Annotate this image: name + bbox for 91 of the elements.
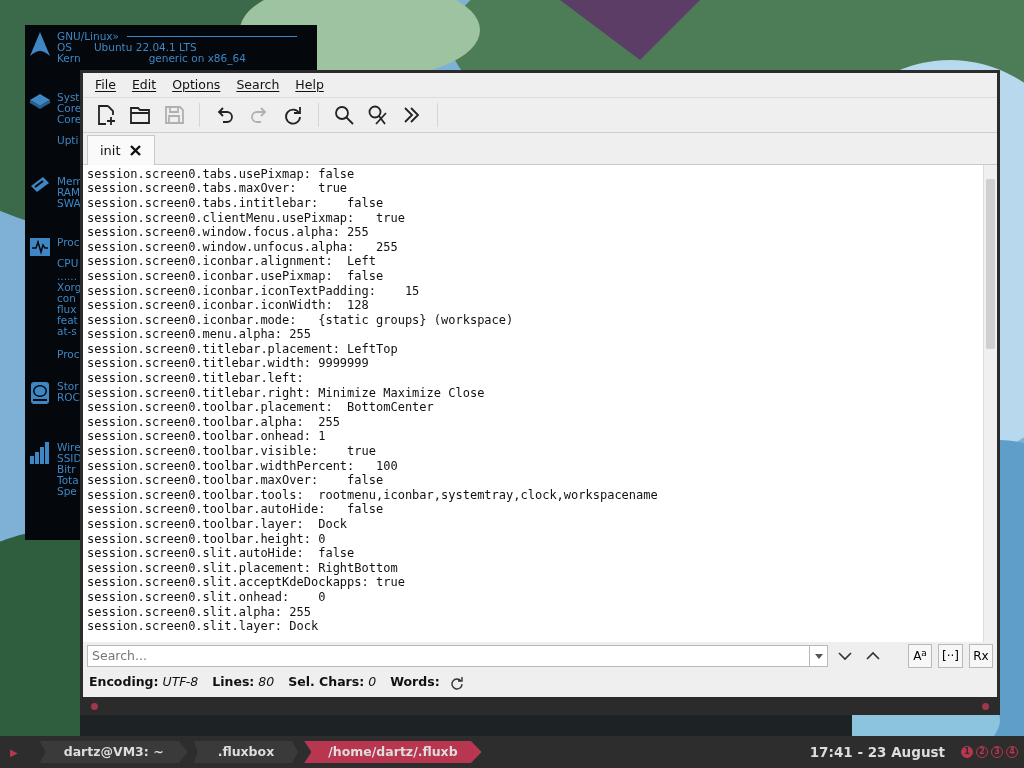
stat-label: flux bbox=[57, 304, 77, 315]
stat-label: Bitr bbox=[57, 464, 76, 475]
find-replace-icon bbox=[367, 103, 389, 126]
resize-grip[interactable] bbox=[982, 702, 989, 710]
status-item: Words: bbox=[390, 673, 440, 692]
code-line: session.screen0.toolbar.visible: true bbox=[87, 444, 377, 459]
clock: 17:41 - 23 August bbox=[809, 742, 945, 762]
section-title: Proc bbox=[57, 237, 80, 248]
code-line: session.screen0.titlebar.placement: LeftTop bbox=[87, 341, 399, 357]
stat-label: ...... bbox=[57, 271, 78, 282]
code-line: session.screen0.tabs.maxOver: true bbox=[87, 181, 349, 196]
stat-label: Tota bbox=[57, 475, 79, 486]
search-icon bbox=[333, 103, 355, 126]
menu-item[interactable]: File bbox=[95, 76, 116, 95]
arch-logo-icon bbox=[29, 31, 51, 57]
code-line: session.screen0.iconbar.iconTextPadding: 15 bbox=[87, 283, 421, 299]
stat-value: Ubuntu 22.04.1 LTS bbox=[93, 42, 197, 53]
code-line: session.screen0.tabs.usePixmap: false bbox=[87, 166, 356, 182]
code-line: session.screen0.titlebar.left: bbox=[87, 371, 305, 386]
stat-value: generic on x86_64 bbox=[148, 53, 246, 64]
code-line: session.screen0.toolbar.onhead: 1 bbox=[87, 429, 327, 445]
section-title: Stor bbox=[57, 381, 79, 392]
code-line: session.screen0.toolbar.autoHide: false bbox=[87, 502, 385, 517]
scrollbar[interactable] bbox=[983, 164, 997, 643]
code-line: session.screen0.slit.onhead: 0 bbox=[87, 589, 327, 605]
code-line: session.screen0.toolbar.maxOver: false bbox=[87, 473, 385, 488]
code-line: session.screen0.window.focus.alpha: 255 bbox=[87, 225, 370, 240]
memory-stick-icon bbox=[29, 176, 51, 194]
code-line: session.screen0.iconbar.mode: {static groups} (workspace) bbox=[87, 312, 515, 328]
search-option-button[interactable]: Rx bbox=[969, 644, 993, 669]
stat-label: CPU bbox=[57, 258, 79, 269]
pulse-monitor-icon bbox=[29, 237, 51, 257]
code-line: session.screen0.titlebar.width: 9999999 bbox=[87, 356, 370, 372]
code-line: session.screen0.clientMenu.usePixmap: true bbox=[87, 210, 406, 226]
section-title: GNU/Linux» bbox=[57, 31, 119, 42]
menu-item[interactable]: Options bbox=[172, 76, 221, 95]
stat-label: Xorg bbox=[57, 282, 82, 293]
stat-label: SWA bbox=[57, 198, 81, 209]
chip-icon bbox=[29, 92, 51, 112]
status-item: Encoding: UTF-8 bbox=[89, 673, 199, 692]
stat-label: Upti bbox=[57, 135, 79, 146]
resize-grip[interactable] bbox=[91, 702, 98, 710]
caret-icon bbox=[814, 653, 823, 659]
code-line: session.screen0.slit.placement: RightBottom bbox=[87, 560, 399, 576]
stat-label: Core bbox=[57, 103, 82, 114]
code-line: session.screen0.window.unfocus.alpha: 255 bbox=[87, 239, 399, 255]
code-line: session.screen0.tabs.intitlebar: false bbox=[87, 195, 385, 211]
code-line: session.screen0.slit.acceptKdeDockapps: true bbox=[87, 575, 406, 590]
menu-item[interactable]: Search bbox=[236, 76, 280, 95]
stat-label: con bbox=[57, 293, 76, 304]
file-tab[interactable]: init bbox=[87, 134, 155, 165]
refresh-icon[interactable] bbox=[449, 675, 464, 690]
stat-label: Spe bbox=[57, 486, 77, 497]
dropdown-button[interactable] bbox=[810, 645, 828, 668]
code-line: session.screen0.slit.layer: Dock bbox=[87, 619, 320, 634]
section-title: Syst bbox=[57, 92, 80, 103]
taskbar-item[interactable]: dartz@VM3: ~ bbox=[39, 741, 188, 763]
section-title: Wire bbox=[57, 442, 81, 453]
stat-label: Kern bbox=[57, 53, 81, 64]
stat-label: RAM bbox=[57, 187, 81, 198]
code-line: session.screen0.toolbar.placement: BottomCenter bbox=[87, 400, 435, 415]
search-field[interactable]: Search... bbox=[87, 645, 810, 668]
code-line: session.screen0.toolbar.tools: rootmenu,iconbar,systemtray,clock,workspacename bbox=[87, 487, 659, 503]
code-line: session.screen0.slit.autoHide: false bbox=[87, 546, 356, 561]
menu-item[interactable]: Edit bbox=[131, 76, 157, 95]
status-item: Lines: 80 bbox=[212, 673, 275, 692]
new-file-icon bbox=[95, 103, 117, 126]
stat-label: Core bbox=[57, 114, 82, 125]
stat-label: at-s bbox=[57, 326, 77, 337]
taskbar-item[interactable]: /home/dartz/.fluxb bbox=[304, 741, 482, 763]
code-line: session.screen0.titlebar.right: Minimize Maximize Close bbox=[87, 385, 486, 401]
code-line: session.screen0.menu.alpha: 255 bbox=[87, 327, 312, 342]
code-line: session.screen0.iconbar.iconWidth: 128 bbox=[87, 298, 370, 313]
menu-item[interactable]: Help bbox=[295, 76, 324, 95]
stat-label: OS bbox=[57, 42, 72, 53]
search-option-button[interactable]: A$^{a}$ bbox=[908, 644, 932, 669]
signal-bars-icon bbox=[29, 442, 51, 464]
search-option-button[interactable]: [··] bbox=[938, 644, 963, 669]
stat-label: Proc bbox=[57, 349, 80, 360]
code-line: session.screen0.toolbar.widthPercent: 100 bbox=[87, 458, 399, 474]
code-line: session.screen0.toolbar.layer: Dock bbox=[87, 517, 349, 532]
status-item: Sel. Chars: 0 bbox=[288, 673, 377, 692]
close-icon[interactable] bbox=[128, 143, 142, 157]
code-line: session.screen0.toolbar.alpha: 255 bbox=[87, 414, 341, 430]
code-line: session.screen0.iconbar.usePixmap: false bbox=[87, 268, 385, 284]
code-line: session.screen0.toolbar.height: 0 bbox=[87, 531, 327, 547]
taskbar-item[interactable]: .fluxbox bbox=[193, 741, 299, 763]
code-line: session.screen0.slit.alpha: 255 bbox=[87, 604, 312, 620]
stat-label: feat bbox=[57, 315, 78, 326]
stat-label: ROC bbox=[57, 392, 80, 403]
code-line: session.screen0.iconbar.alignment: Left bbox=[87, 254, 377, 269]
